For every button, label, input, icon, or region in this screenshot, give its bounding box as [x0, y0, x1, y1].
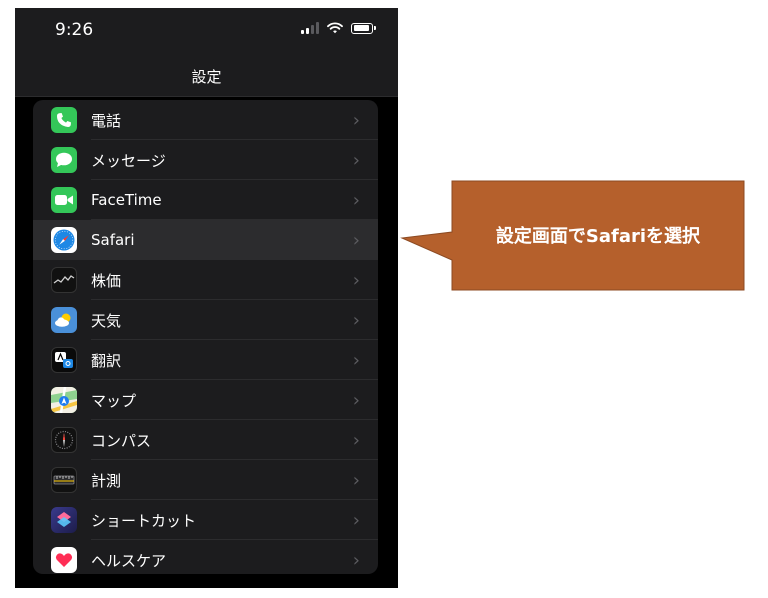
chevron-right-icon: › [352, 549, 360, 571]
facetime-icon [51, 187, 77, 213]
safari-icon [51, 227, 77, 253]
settings-item-label: 天気 [91, 311, 122, 330]
measure-icon [51, 467, 77, 493]
chevron-right-icon: › [352, 189, 360, 211]
chevron-right-icon: › [352, 269, 360, 291]
settings-item-weather[interactable]: 天気 › [33, 300, 378, 340]
settings-item-label: ヘルスケア [91, 551, 167, 570]
settings-item-label: コンパス [91, 431, 152, 450]
status-time: 9:26 [55, 20, 94, 40]
chevron-right-icon: › [352, 229, 360, 251]
settings-item-translate[interactable]: 翻訳 › [33, 340, 378, 380]
health-icon [51, 547, 77, 573]
chevron-right-icon: › [352, 149, 360, 171]
settings-item-label: ショートカット [91, 511, 197, 530]
maps-icon [51, 387, 77, 413]
chevron-right-icon: › [352, 109, 360, 131]
translate-icon [51, 347, 77, 373]
stocks-icon [51, 267, 77, 293]
phone-icon [51, 107, 77, 133]
chevron-right-icon: › [352, 309, 360, 331]
settings-item-safari[interactable]: Safari › [33, 220, 378, 260]
settings-item-phone[interactable]: 電話 › [33, 100, 378, 140]
settings-item-label: 計測 [91, 471, 122, 490]
settings-item-label: FaceTime [91, 191, 162, 209]
battery-icon [351, 22, 376, 34]
settings-item-stocks[interactable]: 株価 › [33, 260, 378, 300]
settings-item-compass[interactable]: コンパス › [33, 420, 378, 460]
chevron-right-icon: › [352, 469, 360, 491]
settings-item-label: マップ [91, 391, 137, 410]
chevron-right-icon: › [352, 509, 360, 531]
settings-item-shortcuts[interactable]: ショートカット › [33, 500, 378, 540]
settings-item-label: 電話 [91, 111, 122, 130]
callout-text: 設定画面でSafariを選択 [495, 226, 701, 247]
messages-icon [51, 147, 77, 173]
settings-item-label: 翻訳 [91, 351, 122, 370]
settings-item-facetime[interactable]: FaceTime › [33, 180, 378, 220]
chevron-right-icon: › [352, 389, 360, 411]
page-title: 設定 [191, 68, 222, 86]
chevron-right-icon: › [352, 349, 360, 371]
chevron-right-icon: › [352, 429, 360, 451]
phone-screen: 9:26 設定 電話 › メッセージ › FaceTime › Safari ›… [15, 8, 398, 588]
settings-item-label: Safari [91, 231, 135, 249]
compass-icon [51, 427, 77, 453]
weather-icon [51, 307, 77, 333]
settings-item-measure[interactable]: 計測 › [33, 460, 378, 500]
wifi-icon [327, 22, 343, 34]
shortcuts-icon [51, 507, 77, 533]
settings-item-maps[interactable]: マップ › [33, 380, 378, 420]
settings-item-label: 株価 [91, 271, 122, 290]
status-icons [301, 22, 376, 34]
settings-item-label: メッセージ [91, 151, 166, 170]
settings-item-health[interactable]: ヘルスケア › [33, 540, 378, 574]
status-bar: 9:26 [15, 8, 398, 56]
settings-list: 電話 › メッセージ › FaceTime › Safari › 株価 › 天気… [33, 100, 378, 574]
nav-bar: 設定 [15, 56, 398, 97]
signal-icon [301, 22, 319, 34]
settings-item-messages[interactable]: メッセージ › [33, 140, 378, 180]
